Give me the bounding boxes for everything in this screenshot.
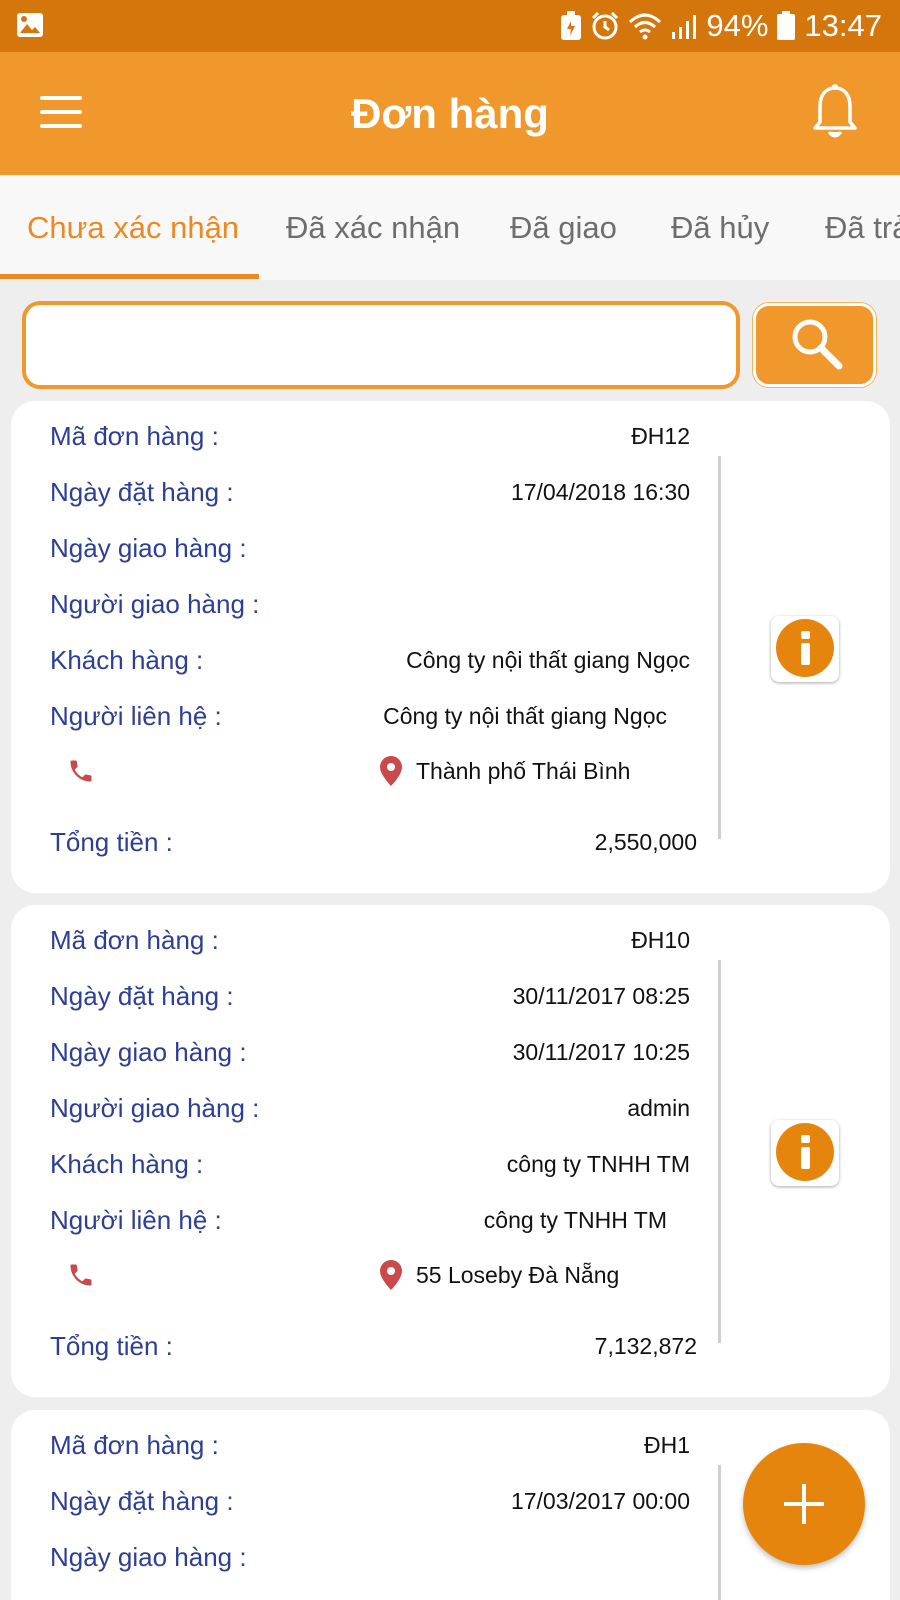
order-card[interactable]: Mã đơn hàng : ĐH10 Ngày đặt hàng : 30/11… [11,905,890,1397]
contact-value: Công ty nội thất giang Ngọc [383,703,667,729]
order-date-label: Ngày đặt hàng : [50,981,234,1011]
location-pin-icon [380,756,402,786]
battery-icon [777,11,796,40]
address-text: 55 Loseby Đà Nẵng [416,1261,620,1288]
contact-label: Người liên hệ : [50,701,222,731]
customer-row: Khách hàng : công ty TNHH TM [50,1149,690,1189]
customer-label: Khách hàng : [50,645,204,675]
delivery-date-row: Ngày giao hàng : [50,1542,690,1582]
shipper-row: Người giao hàng : admin [50,1093,690,1133]
info-button[interactable] [771,1120,839,1186]
order-date-label: Ngày đặt hàng : [50,1486,234,1516]
customer-value: công ty TNHH TM [506,1151,690,1177]
order-code-label: Mã đơn hàng : [50,421,219,451]
shipper-label: Người giao hàng : [50,1093,260,1123]
total-row: Tổng tiền : 7,132,872 [50,1331,697,1371]
order-date-value: 30/11/2017 08:25 [512,983,690,1009]
order-code-value: ĐH12 [631,423,690,449]
order-code-row: Mã đơn hàng : ĐH1 [50,1430,690,1470]
total-value: 2,550,000 [594,829,697,855]
contact-row: Người liên hệ : công ty TNHH TM [50,1205,690,1245]
gallery-icon [17,13,43,37]
order-date-value: 17/03/2017 00:00 [510,1488,690,1514]
delivery-date-value: 30/11/2017 10:25 [512,1039,690,1065]
order-date-value: 17/04/2018 16:30 [510,479,690,505]
shipper-label: Người giao hàng : [50,589,260,619]
bell-icon[interactable] [812,84,858,142]
phone-icon[interactable] [67,1261,95,1289]
address: Thành phố Thái Bình [380,753,630,789]
signal-icon [672,15,697,39]
phone-icon[interactable] [67,757,95,785]
page-title: Đơn hàng [351,90,549,137]
delivery-date-row: Ngày giao hàng : 30/11/2017 10:25 [50,1037,690,1077]
order-code-row: Mã đơn hàng : ĐH10 [50,925,690,965]
card-divider [718,456,721,839]
tab-confirmed[interactable]: Đã xác nhận [286,210,460,246]
battery-saver-icon [561,11,582,40]
customer-label: Khách hàng : [50,1149,204,1179]
order-code-label: Mã đơn hàng : [50,1430,219,1460]
customer-row: Khách hàng : Công ty nội thất giang Ngọc [50,645,690,685]
tab-unconfirmed[interactable]: Chưa xác nhận [27,210,239,246]
order-date-row: Ngày đặt hàng : 17/04/2018 16:30 [50,477,690,517]
order-date-row: Ngày đặt hàng : 30/11/2017 08:25 [50,981,690,1021]
info-icon [776,619,834,677]
order-code-row: Mã đơn hàng : ĐH12 [50,421,690,461]
search-input[interactable] [22,301,740,389]
contact-label: Người liên hệ : [50,1205,222,1235]
battery-percent: 94% [706,8,769,43]
order-date-label: Ngày đặt hàng : [50,477,234,507]
order-date-row: Ngày đặt hàng : 17/03/2017 00:00 [50,1486,690,1526]
add-order-button[interactable] [743,1443,865,1565]
location-pin-icon [380,1260,402,1290]
delivery-date-label: Ngày giao hàng : [50,1542,247,1572]
order-code-value: ĐH1 [643,1432,690,1458]
total-label: Tổng tiền : [50,1331,173,1361]
card-divider [718,960,721,1343]
total-label: Tổng tiền : [50,827,173,857]
info-icon [776,1123,834,1181]
total-value: 7,132,872 [594,1333,697,1359]
shipper-value: admin [627,1095,690,1121]
alarm-icon [592,11,619,40]
info-button[interactable] [771,616,839,682]
shipper-row: Người giao hàng : [50,589,690,629]
tab-delivered[interactable]: Đã giao [510,210,617,246]
tab-bar: Chưa xác nhận Đã xác nhận Đã giao Đã hủy… [0,175,900,280]
address: 55 Loseby Đà Nẵng [380,1257,619,1293]
order-code-label: Mã đơn hàng : [50,925,219,955]
order-code-value: ĐH10 [631,927,690,953]
total-row: Tổng tiền : 2,550,000 [50,827,697,867]
delivery-date-row: Ngày giao hàng : [50,533,690,573]
customer-value: Công ty nội thất giang Ngọc [406,647,690,673]
address-text: Thành phố Thái Bình [416,757,631,784]
contact-value: công ty TNHH TM [483,1207,667,1233]
contact-row: Người liên hệ : Công ty nội thất giang N… [50,701,690,741]
search-button[interactable] [753,303,876,387]
tab-cancelled[interactable]: Đã hủy [671,210,769,246]
card-divider [718,1465,721,1600]
delivery-date-label: Ngày giao hàng : [50,1037,247,1067]
wifi-icon [629,13,662,40]
tab-returned[interactable]: Đã trả [825,210,900,246]
clock: 13:47 [804,8,882,43]
search-icon [792,319,843,370]
delivery-date-label: Ngày giao hàng : [50,533,247,563]
tab-indicator [0,274,259,279]
order-card[interactable]: Mã đơn hàng : ĐH12 Ngày đặt hàng : 17/04… [11,401,890,893]
status-bar: 94% 13:47 [0,0,900,52]
app-bar: Đơn hàng [0,52,900,175]
